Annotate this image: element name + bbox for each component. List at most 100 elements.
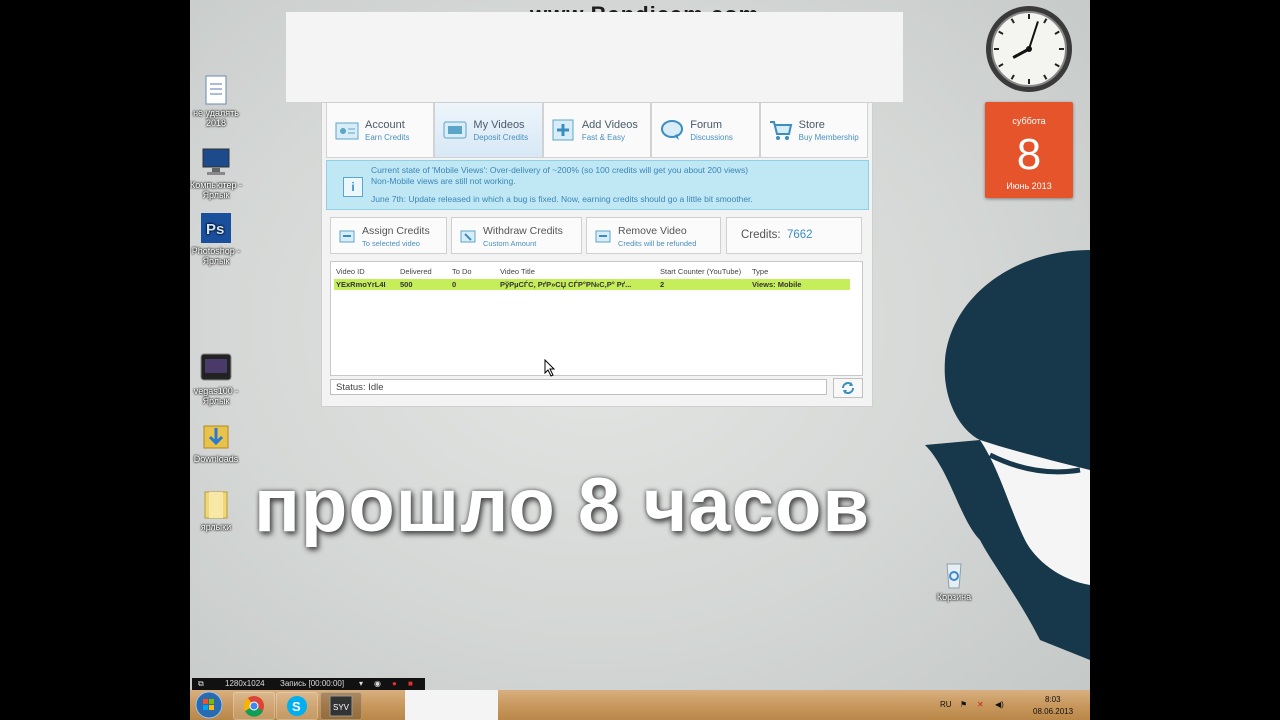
- tab-subtitle: Deposit Credits: [473, 133, 529, 142]
- column-header[interactable]: Start Counter (YouTube): [660, 267, 741, 276]
- tab-title: Store: [798, 119, 825, 131]
- tab-subtitle: Fast & Easy: [581, 133, 625, 142]
- remove-video-button[interactable]: Remove Video Credits will be refunded: [586, 217, 721, 254]
- assign-icon: [339, 230, 355, 243]
- column-header[interactable]: To Do: [452, 267, 472, 276]
- table-cell: РўРµСЃС‚ РґР»СЏ СЃР°Р№С‚Р° Рґ...: [500, 280, 632, 289]
- window-icon: ⧉: [198, 679, 204, 688]
- stop-icon[interactable]: ■: [408, 678, 413, 690]
- withdraw-credits-button[interactable]: Withdraw Credits Custom Amount: [451, 217, 582, 254]
- recording-label: Запись [00:00:00]: [280, 679, 345, 688]
- taskbar-active-window[interactable]: [405, 690, 498, 720]
- svg-text:SYV: SYV: [333, 703, 350, 712]
- desktop: www.Bandicam.com не удалять 2018 Компьют…: [190, 0, 1090, 720]
- desktop-icon-vegas[interactable]: vegas100 - Ярлык: [190, 352, 246, 406]
- calendar-month-year: Июнь 2013: [1006, 181, 1052, 191]
- desktop-icon-downloads[interactable]: Downloads: [190, 420, 246, 464]
- button-subtitle: Custom Amount: [483, 239, 537, 248]
- notice-line: Current state of 'Mobile Views': Over-de…: [371, 165, 749, 175]
- tab-subtitle: Buy Membership: [798, 133, 859, 142]
- add-icon: [552, 119, 574, 141]
- desktop-icon-photoshop[interactable]: Ps Photoshop - Ярлык: [190, 212, 246, 266]
- table-cell: 2: [660, 280, 665, 289]
- tab-subtitle: Discussions: [690, 133, 733, 142]
- column-header[interactable]: Delivered: [400, 267, 432, 276]
- refresh-icon: [842, 382, 854, 394]
- video-icon: [443, 121, 467, 139]
- blank-banner: [286, 12, 903, 102]
- desktop-icon-shortcuts[interactable]: ярлыки: [190, 488, 246, 532]
- tab-title: Account: [365, 119, 405, 131]
- taskbar: S SYV RU ⚑ ✕ ◀) 8:03 08.06.2013: [190, 690, 1090, 720]
- desktop-icon-label: Компьютер - Ярлык: [190, 180, 243, 200]
- svg-text:Ps: Ps: [206, 221, 224, 238]
- column-header[interactable]: Video Title: [500, 267, 535, 276]
- desktop-icon-label: не удалять 2018: [193, 108, 239, 128]
- tab-title: My Videos: [473, 119, 525, 131]
- tab-my-videos[interactable]: My Videos Deposit Credits: [434, 103, 543, 158]
- speech-bubble-icon: [661, 120, 684, 140]
- windows-logo-icon: [195, 691, 223, 719]
- desktop-icon-label: vegas100 - Ярлык: [193, 386, 239, 406]
- tray-date[interactable]: 08.06.2013: [1033, 707, 1073, 716]
- status-bar: Status: Idle: [330, 379, 827, 395]
- svg-text:S: S: [292, 699, 301, 714]
- button-title: Remove Video: [618, 225, 687, 237]
- taskbar-app-syv[interactable]: SYV: [320, 692, 362, 720]
- tray-network-icon[interactable]: ✕: [977, 700, 984, 709]
- account-icon: [335, 122, 359, 140]
- mouse-cursor-icon: [544, 359, 556, 377]
- remove-icon: [595, 230, 611, 243]
- youlikehits-app-window: Account Earn Credits My Videos Deposit C…: [321, 102, 873, 407]
- withdraw-icon: [460, 230, 476, 243]
- refresh-button[interactable]: [833, 378, 863, 398]
- record-icon[interactable]: ●: [392, 678, 397, 690]
- downloads-folder-icon: [200, 420, 232, 452]
- language-indicator[interactable]: RU: [940, 700, 952, 709]
- vegas-icon: [200, 352, 232, 384]
- camera-icon[interactable]: ◉: [374, 678, 381, 690]
- button-subtitle: Credits will be refunded: [618, 239, 697, 248]
- overlay-caption: прошло 8 часов: [254, 463, 871, 548]
- button-subtitle: To selected video: [362, 239, 420, 248]
- desktop-icon-computer[interactable]: Компьютер - Ярлык: [190, 146, 246, 200]
- videos-table[interactable]: Video ID Delivered To Do Video Title Sta…: [330, 261, 863, 376]
- main-tabs: Account Earn Credits My Videos Deposit C…: [326, 103, 869, 158]
- table-cell: Views: Mobile: [752, 280, 802, 289]
- desktop-icon-label: Downloads: [193, 454, 239, 464]
- start-button[interactable]: [194, 691, 224, 719]
- calendar-gadget[interactable]: суббота 8 Июнь 2013: [985, 102, 1073, 198]
- shopping-cart-icon: [769, 121, 792, 140]
- credits-value: 7662: [787, 229, 813, 241]
- credits-display: Credits: 7662: [726, 217, 862, 254]
- desktop-icon-recycle-bin[interactable]: Корзина: [924, 558, 984, 602]
- desktop-icon-label: ярлыки: [200, 522, 232, 532]
- tab-title: Forum: [690, 119, 722, 131]
- clock-gadget[interactable]: [984, 4, 1074, 94]
- taskbar-skype[interactable]: S: [276, 692, 318, 720]
- button-title: Withdraw Credits: [483, 225, 563, 237]
- column-header[interactable]: Type: [752, 267, 768, 276]
- table-row[interactable]: YExRmoYrL4I 500 0 РўРµСЃС‚ РґР»СЏ СЃР°Р№…: [334, 279, 850, 290]
- tab-add-videos[interactable]: Add Videos Fast & Easy: [542, 103, 652, 158]
- tab-title: Add Videos: [581, 119, 638, 131]
- tab-account[interactable]: Account Earn Credits: [326, 103, 435, 158]
- assign-credits-button[interactable]: Assign Credits To selected video: [330, 217, 447, 254]
- taskbar-chrome[interactable]: [233, 692, 275, 720]
- tab-store[interactable]: Store Buy Membership: [759, 103, 869, 158]
- desktop-icon-label: Корзина: [936, 592, 972, 602]
- desktop-icon-document[interactable]: не удалять 2018: [190, 74, 246, 128]
- computer-icon: [200, 146, 232, 178]
- info-icon: i: [343, 177, 363, 197]
- chrome-icon: [243, 696, 264, 717]
- recording-resolution: 1280x1024: [225, 679, 265, 688]
- dropdown-icon[interactable]: ▾: [359, 678, 363, 690]
- button-title: Assign Credits: [362, 225, 430, 237]
- tray-time[interactable]: 8:03: [1045, 695, 1061, 704]
- calendar-weekday: суббота: [1012, 116, 1046, 126]
- tray-volume-icon[interactable]: ◀): [995, 700, 1004, 709]
- tray-flag-icon[interactable]: ⚑: [960, 700, 967, 709]
- skype-icon: S: [287, 696, 307, 716]
- tab-forum[interactable]: Forum Discussions: [651, 103, 760, 158]
- column-header[interactable]: Video ID: [336, 267, 365, 276]
